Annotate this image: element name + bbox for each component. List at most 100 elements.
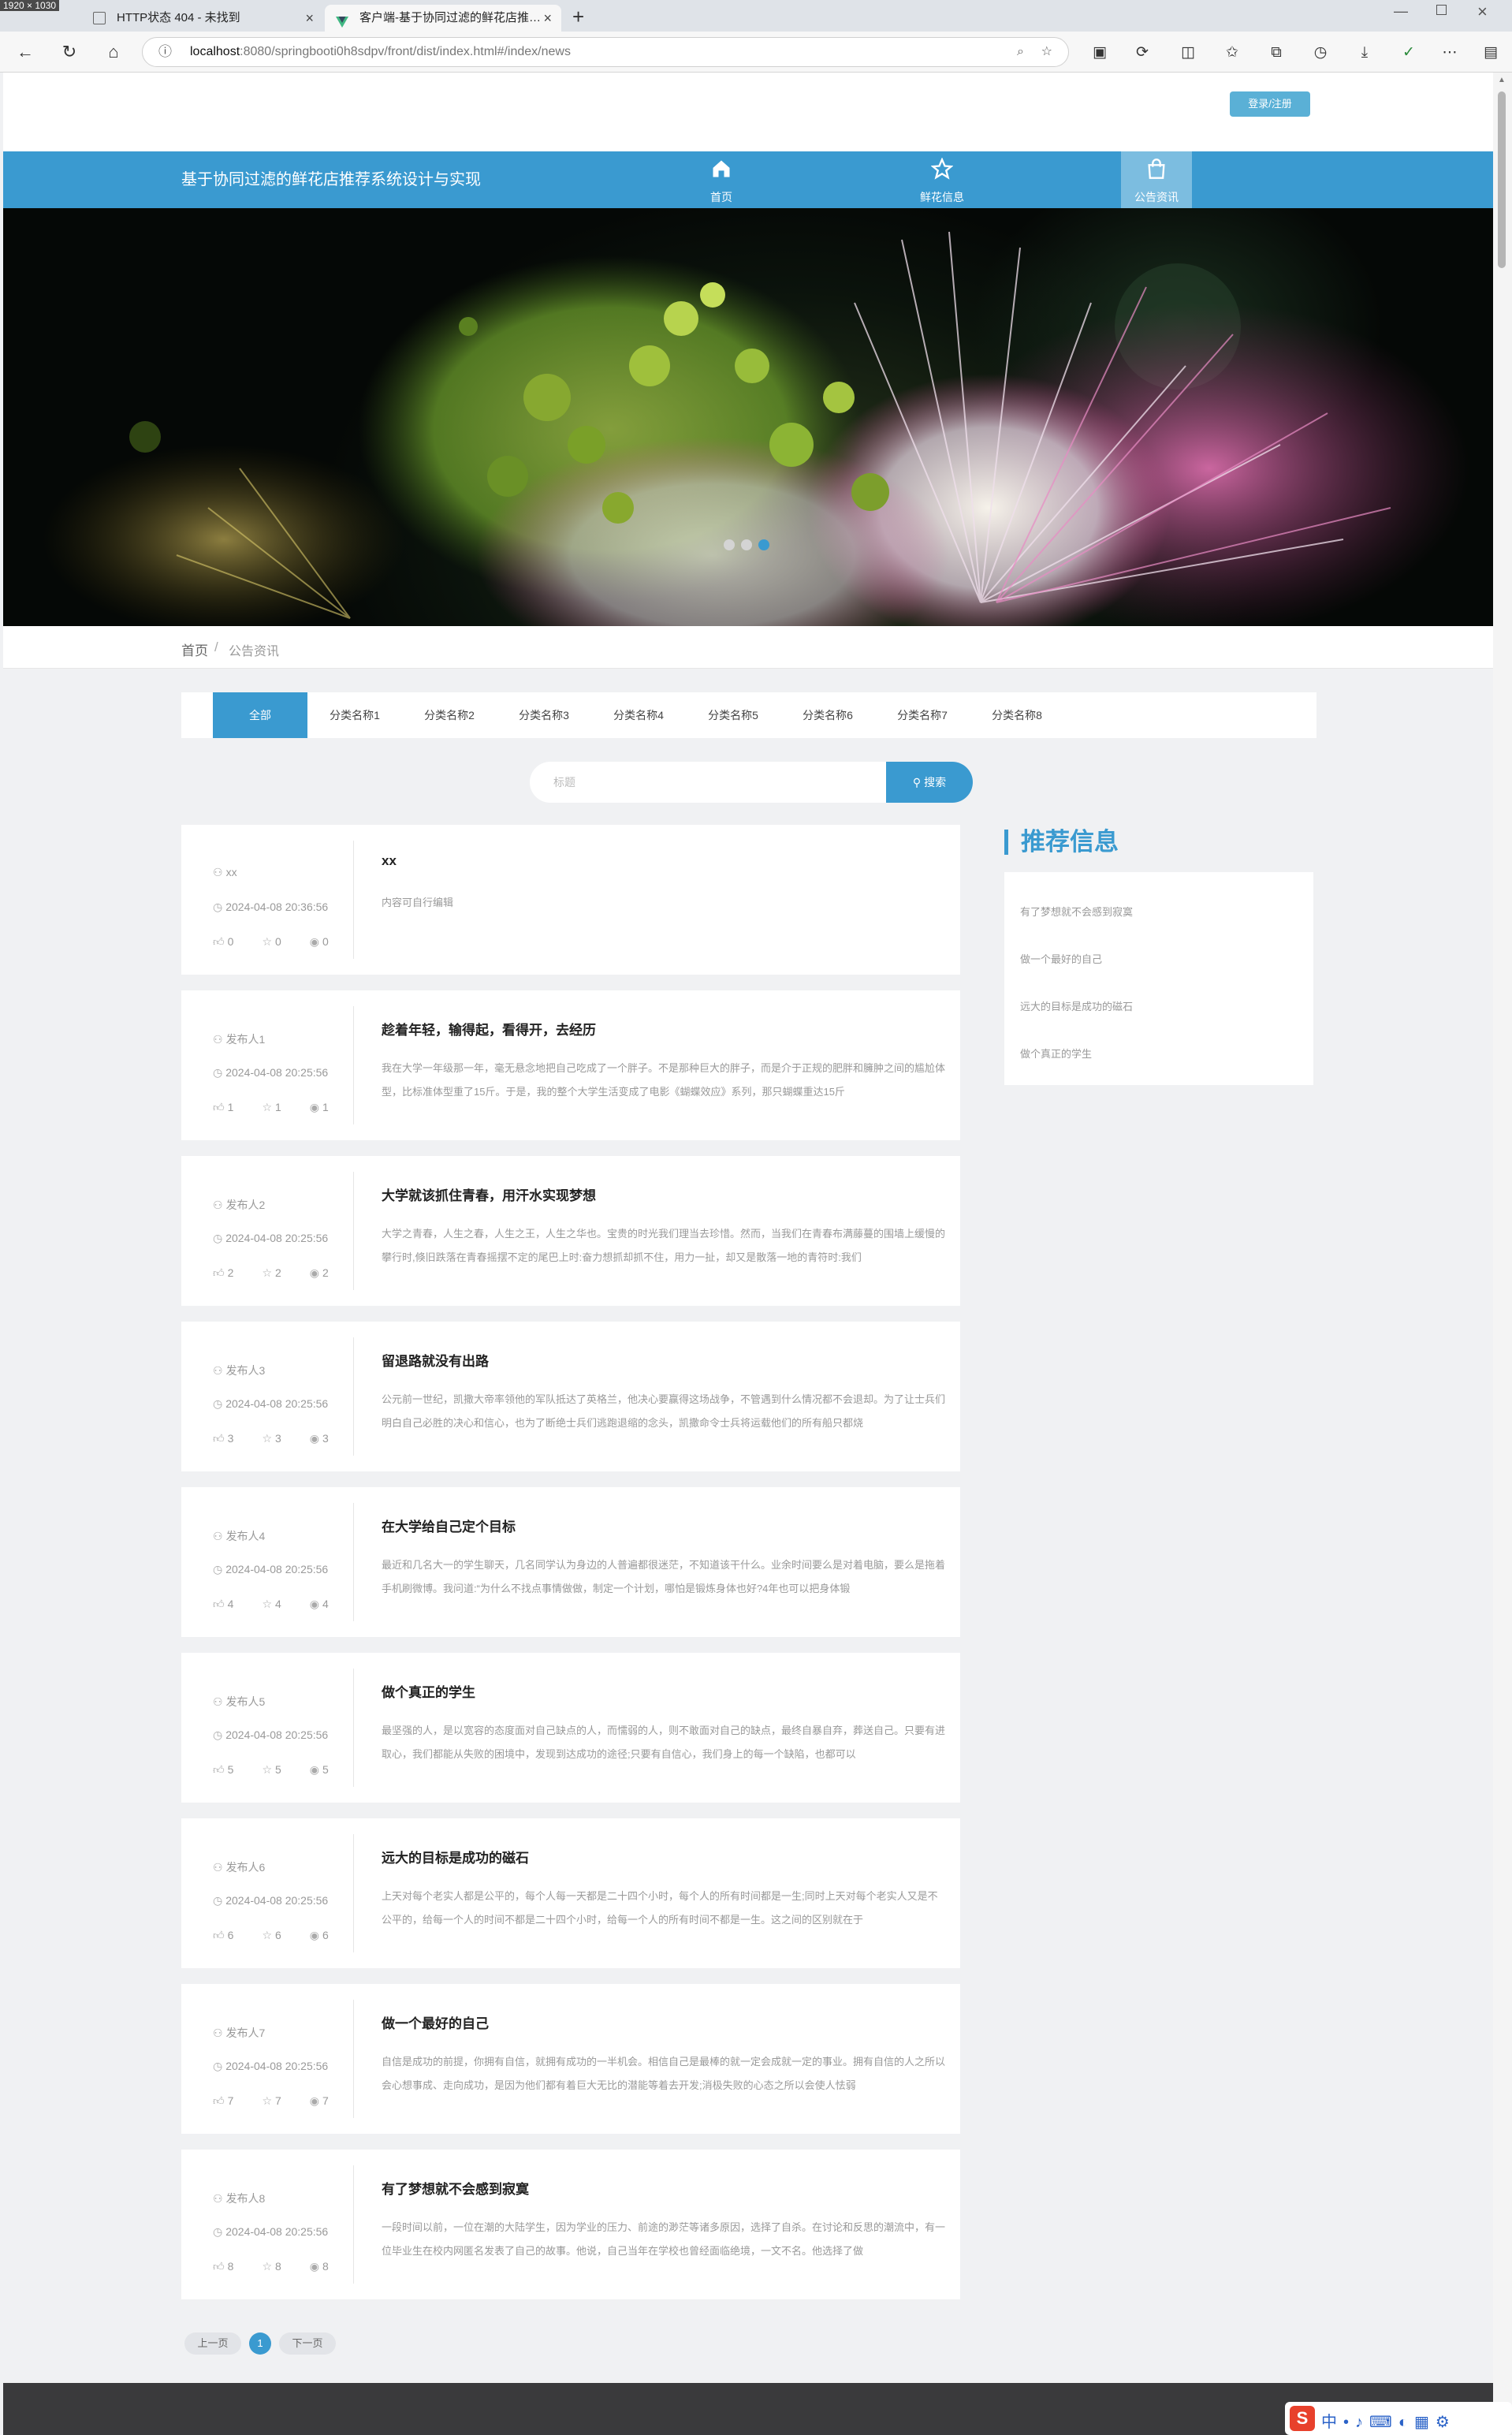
ime-toolbar-icons[interactable]: 中•♪⌨◐▦⚙ — [1321, 2409, 1456, 2432]
breadcrumb-home[interactable]: 首页 — [181, 640, 208, 659]
page-scrollbar[interactable]: ▲ ▼ — [1493, 73, 1512, 2435]
news-card[interactable]: ⚇ 发布人5 ◷ 2024-04-08 20:25:56 👍︎ 5 ☆ 5 ◉ 5 做个真正的… — [181, 1653, 960, 1803]
news-card[interactable]: ⚇ 发布人8 ◷ 2024-04-08 20:25:56 👍︎ 8 ☆ 8 ◉ 8 有了梦想就… — [181, 2150, 960, 2299]
close-window-icon[interactable]: × — [1477, 2, 1488, 22]
news-card[interactable]: ⚇ 发布人3 ◷ 2024-04-08 20:25:56 👍︎ 3 ☆ 3 ◉ 3 留退路就没… — [181, 1322, 960, 1471]
download-icon[interactable]: ⤓ — [1354, 43, 1375, 63]
thumbs-up-icon: 👍︎ — [213, 2094, 225, 2107]
favorites-icon[interactable]: ✩ — [1222, 43, 1242, 63]
eye-icon: ◉ — [309, 2260, 320, 2273]
author-row: ⚇ 发布人6 — [213, 1859, 265, 1875]
news-card[interactable]: ⚇ xx ◷ 2024-04-08 20:36:56 👍︎ 0 ☆ 0 ◉ 0 xx 内容可自… — [181, 825, 960, 975]
close-tab-icon[interactable]: × — [305, 5, 314, 32]
nav-flowers[interactable]: 鲜花信息 — [907, 151, 978, 208]
refresh-extension-icon[interactable]: ⟳ — [1132, 43, 1153, 63]
site-info-icon[interactable]: ⓘ — [158, 38, 172, 66]
thumbs-up-icon: 👍︎ — [213, 1598, 225, 1610]
news-title[interactable]: 大学就该抓住青春，用汗水实现梦想 — [382, 1184, 596, 1204]
tab-category-1[interactable]: 分类名称1 — [307, 692, 402, 738]
news-excerpt: 内容可自行编辑 — [382, 897, 454, 908]
eye-icon: ◉ — [309, 935, 320, 948]
star-icon: ☆ — [262, 1101, 272, 1113]
home-button-icon[interactable]: ⌂ — [102, 41, 125, 63]
thumbs-up-icon: 👍︎ — [213, 935, 225, 948]
author: 发布人4 — [225, 1530, 266, 1542]
tab-category-7[interactable]: 分类名称7 — [875, 692, 970, 738]
news-card[interactable]: ⚇ 发布人6 ◷ 2024-04-08 20:25:56 👍︎ 6 ☆ 6 ◉ 6 远大的目标… — [181, 1818, 960, 1968]
carousel-dot-3[interactable] — [758, 539, 769, 550]
vpn-icon[interactable]: ✓ — [1398, 43, 1419, 63]
new-tab-button[interactable]: + — [572, 5, 584, 29]
view-count: 6 — [322, 1929, 329, 1941]
star-icon: ☆ — [262, 1763, 272, 1776]
tab-category-4[interactable]: 分类名称4 — [591, 692, 686, 738]
favorite-star-icon[interactable]: ☆ — [1041, 38, 1052, 66]
news-title[interactable]: 趁着年轻，输得起，看得开，去经历 — [382, 1019, 596, 1039]
url-field[interactable]: ⓘ localhost:8080/springbooti0h8sdpv/fron… — [142, 37, 1069, 67]
history-icon[interactable]: ◷ — [1310, 43, 1331, 63]
carousel-dot-2[interactable] — [741, 539, 752, 550]
collections-icon[interactable]: ⧉ — [1266, 43, 1287, 63]
news-title[interactable]: xx — [382, 853, 397, 869]
fav-count: 0 — [275, 935, 281, 948]
tab-404[interactable]: HTTP状态 404 - 未找到 × — [82, 5, 323, 32]
next-page-button[interactable]: 下一页 — [279, 2332, 336, 2355]
news-title[interactable]: 远大的目标是成功的磁石 — [382, 1847, 529, 1866]
login-register-button[interactable]: 登录/注册 — [1230, 91, 1310, 117]
carousel-dot-1[interactable] — [724, 539, 735, 550]
author: 发布人1 — [225, 1033, 266, 1046]
more-menu-icon[interactable]: ⋯ — [1439, 43, 1460, 63]
news-card[interactable]: ⚇ 发布人7 ◷ 2024-04-08 20:25:56 👍︎ 7 ☆ 7 ◉ 7 做一个最好… — [181, 1984, 960, 2134]
browser-tab-bar: HTTP状态 404 - 未找到 × 客户端-基于协同过滤的鲜花店推… × + … — [0, 0, 1512, 32]
clock-icon: ◷ — [213, 1563, 223, 1575]
sidebar-icon[interactable]: ▤ — [1480, 43, 1501, 63]
back-icon[interactable]: ← — [14, 41, 36, 63]
news-title[interactable]: 留退路就没有出路 — [382, 1350, 489, 1370]
nav-home[interactable]: 首页 — [686, 151, 757, 208]
recommend-item[interactable]: 做一个最好的自己 — [1020, 951, 1102, 966]
card-divider — [353, 1337, 354, 1456]
top-strip: 登录/注册 — [3, 73, 1493, 151]
tab-category-5[interactable]: 分类名称5 — [686, 692, 780, 738]
search-icon: ⚲ — [912, 776, 925, 789]
news-card[interactable]: ⚇ 发布人2 ◷ 2024-04-08 20:25:56 👍︎ 2 ☆ 2 ◉ 2 大学就该抓… — [181, 1156, 960, 1306]
banner-carousel[interactable] — [3, 208, 1493, 626]
extension-icon[interactable]: ▣ — [1089, 43, 1110, 63]
restore-window-icon[interactable] — [1436, 5, 1447, 15]
sogou-logo-icon[interactable]: S — [1290, 2406, 1315, 2431]
split-screen-icon[interactable]: ◫ — [1178, 43, 1198, 63]
search-button[interactable]: ⚲ 搜索 — [886, 762, 973, 803]
recommend-item[interactable]: 做个真正的学生 — [1020, 1046, 1092, 1061]
publish-time: 2024-04-08 20:25:56 — [225, 1894, 329, 1907]
recommend-item[interactable]: 远大的目标是成功的磁石 — [1020, 998, 1133, 1013]
recommend-item[interactable]: 有了梦想就不会感到寂寞 — [1020, 904, 1133, 919]
tab-title: HTTP状态 404 - 未找到 — [117, 11, 240, 24]
tab-category-3[interactable]: 分类名称3 — [497, 692, 591, 738]
scroll-up-icon[interactable]: ▲ — [1498, 76, 1506, 84]
scrollbar-thumb[interactable] — [1498, 91, 1506, 268]
main-navbar: 基于协同过滤的鲜花店推荐系统设计与实现 首页 鲜花信息 公告资讯 — [3, 151, 1493, 208]
search-input[interactable] — [530, 762, 886, 803]
author-row: ⚇ 发布人1 — [213, 1031, 265, 1047]
reload-icon[interactable]: ↻ — [58, 41, 80, 63]
tab-news[interactable]: 客户端-基于协同过滤的鲜花店推… × — [325, 5, 561, 32]
thumbs-up-icon: 👍︎ — [213, 2260, 225, 2273]
news-card[interactable]: ⚇ 发布人4 ◷ 2024-04-08 20:25:56 👍︎ 4 ☆ 4 ◉ 4 在大学给自… — [181, 1487, 960, 1637]
like-count: 5 — [227, 1763, 234, 1776]
news-title[interactable]: 在大学给自己定个目标 — [382, 1516, 516, 1535]
news-title[interactable]: 做个真正的学生 — [382, 1681, 475, 1701]
page-number-button[interactable]: 1 — [249, 2332, 271, 2355]
tab-category-2[interactable]: 分类名称2 — [402, 692, 497, 738]
nav-news[interactable]: 公告资讯 — [1121, 151, 1192, 208]
tab-category-6[interactable]: 分类名称6 — [780, 692, 875, 738]
minimize-window-icon[interactable]: — — [1394, 3, 1408, 20]
tab-category-8[interactable]: 分类名称8 — [970, 692, 1064, 738]
news-title[interactable]: 做一个最好的自己 — [382, 2012, 489, 2032]
news-card[interactable]: ⚇ 发布人1 ◷ 2024-04-08 20:25:56 👍︎ 1 ☆ 1 ◉ 1 趁着年轻，… — [181, 990, 960, 1140]
like-count: 0 — [227, 935, 234, 948]
news-title[interactable]: 有了梦想就不会感到寂寞 — [382, 2178, 529, 2198]
prev-page-button[interactable]: 上一页 — [184, 2332, 241, 2355]
zoom-icon[interactable]: ⌕ — [1017, 38, 1024, 66]
tab-category-all[interactable]: 全部 — [213, 692, 307, 738]
close-tab-icon[interactable]: × — [543, 5, 552, 32]
